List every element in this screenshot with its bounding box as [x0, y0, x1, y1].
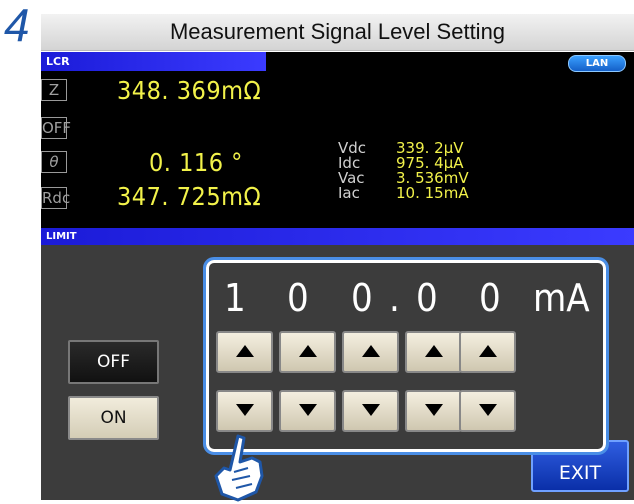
arrow-up-icon	[424, 345, 443, 357]
arrow-down-icon	[298, 404, 317, 416]
arrow-up-icon	[235, 345, 254, 357]
level-digit: 0	[287, 276, 309, 320]
on-button[interactable]: ON	[68, 396, 159, 440]
digit-down-button[interactable]	[459, 390, 516, 432]
level-digit: 1	[224, 276, 246, 320]
level-digit: 0	[351, 276, 373, 320]
step-number: 4	[4, 0, 30, 51]
digit-down-button[interactable]	[279, 390, 336, 432]
digit-up-button[interactable]	[405, 331, 462, 373]
lcr-mode-tab: LCR	[41, 52, 266, 71]
arrow-down-icon	[424, 404, 443, 416]
arrow-up-icon	[361, 345, 380, 357]
arrow-up-icon	[478, 345, 497, 357]
level-digit: 0	[416, 276, 438, 320]
limit-tab: LIMIT	[41, 228, 634, 245]
digit-down-button[interactable]	[216, 390, 273, 432]
param-rdc[interactable]: Rdc	[41, 187, 70, 209]
z-value: 348. 369mΩ	[117, 76, 262, 105]
lan-button[interactable]: LAN	[568, 55, 626, 72]
rdc-value: 347. 725mΩ	[117, 182, 262, 211]
param-z[interactable]: Z	[41, 79, 67, 101]
arrow-down-icon	[361, 404, 380, 416]
digit-down-button[interactable]	[405, 390, 462, 432]
param-theta[interactable]: θ	[41, 151, 67, 173]
off-button[interactable]: OFF	[68, 340, 159, 384]
digit-down-button[interactable]	[342, 390, 399, 432]
monitor-label-iac: Iac	[338, 184, 360, 202]
theta-value: 0. 116 °	[149, 148, 243, 177]
arrow-up-icon	[298, 345, 317, 357]
monitor-value-iac: 10. 15mA	[396, 184, 469, 202]
digit-up-button[interactable]	[342, 331, 399, 373]
level-unit: mA	[533, 276, 590, 320]
digit-up-button[interactable]	[279, 331, 336, 373]
page-title: Measurement Signal Level Setting	[41, 14, 634, 51]
arrow-down-icon	[478, 404, 497, 416]
digit-up-button[interactable]	[459, 331, 516, 373]
pointing-hand-icon	[214, 434, 264, 502]
digit-up-button[interactable]	[216, 331, 273, 373]
level-decimal-point: .	[389, 276, 400, 320]
level-display: 1 0 0 . 0 0 mA	[214, 270, 599, 330]
level-digit: 0	[479, 276, 501, 320]
param-off[interactable]: OFF	[41, 117, 71, 139]
arrow-down-icon	[235, 404, 254, 416]
